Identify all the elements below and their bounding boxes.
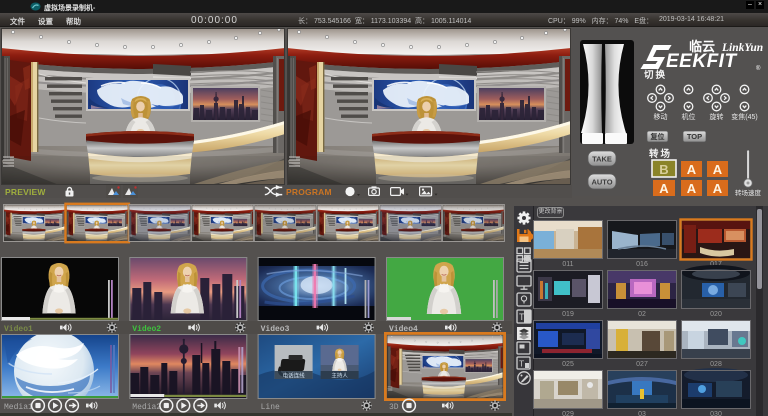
svg-text:TAKE: TAKE: [592, 155, 612, 164]
svg-text:020: 020: [710, 311, 722, 318]
svg-text:A: A: [687, 181, 697, 196]
svg-text:3D: 3D: [389, 403, 399, 412]
svg-text:EEKFIT: EEKFIT: [666, 51, 737, 72]
svg-text:019: 019: [562, 311, 574, 318]
svg-text:Media2: Media2: [132, 403, 161, 412]
svg-text:复位: 复位: [650, 132, 665, 141]
svg-text:016: 016: [636, 261, 648, 268]
svg-text:旋转: 旋转: [710, 112, 724, 121]
svg-text:变焦(45): 变焦(45): [731, 112, 757, 121]
svg-text:027: 027: [636, 361, 648, 368]
svg-text:®: ®: [756, 65, 761, 72]
svg-text:011: 011: [562, 261, 573, 268]
svg-text:转场速度: 转场速度: [735, 188, 762, 196]
svg-text:A: A: [713, 162, 723, 177]
svg-text:028: 028: [710, 361, 722, 368]
svg-text:03: 03: [638, 411, 646, 416]
svg-text:Media1: Media1: [4, 403, 33, 412]
svg-text:AUTO: AUTO: [591, 178, 612, 187]
svg-text:Line: Line: [261, 403, 280, 412]
svg-text:切换: 切换: [644, 69, 667, 81]
svg-text:T: T: [519, 312, 525, 322]
svg-text:025: 025: [562, 361, 574, 368]
svg-text:A: A: [659, 181, 669, 196]
svg-text:电话连线: 电话连线: [283, 372, 306, 380]
svg-text:T: T: [519, 359, 524, 369]
svg-text:移动: 移动: [654, 112, 668, 121]
svg-text:主持人: 主持人: [331, 372, 348, 380]
svg-text:A: A: [687, 162, 697, 177]
svg-text:030: 030: [710, 411, 722, 416]
svg-text:TOP: TOP: [687, 132, 702, 141]
svg-text:B: B: [659, 162, 668, 177]
svg-text:转场: 转场: [649, 148, 672, 160]
svg-text:机位: 机位: [682, 112, 696, 121]
svg-text:A: A: [713, 181, 723, 196]
svg-text:029: 029: [562, 411, 574, 416]
svg-text:02: 02: [638, 311, 646, 318]
